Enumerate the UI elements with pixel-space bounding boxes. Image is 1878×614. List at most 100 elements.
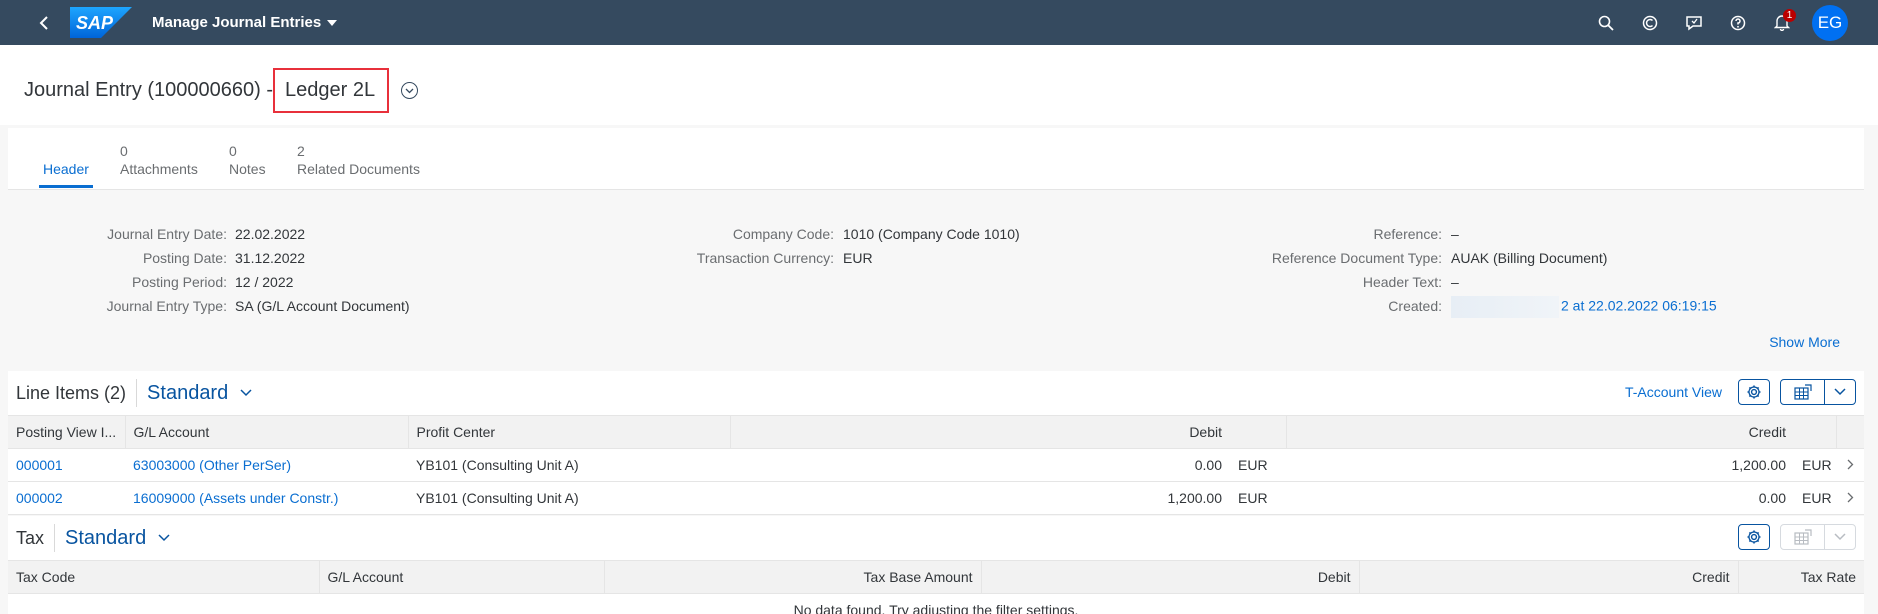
transaction-currency-value: EUR [843, 250, 873, 266]
tab-attachments[interactable]: 0 Attachments [120, 142, 198, 178]
column-header-gl-account[interactable]: G/L Account [125, 415, 409, 449]
gear-icon [1747, 385, 1761, 399]
help-button[interactable] [1716, 5, 1760, 41]
table-row[interactable]: 000001 63003000 (Other PerSer) YB101 (Co… [8, 448, 1864, 482]
table-header-row: Tax Code G/L Account Tax Base Amount Deb… [8, 560, 1864, 594]
tab-selected-indicator [39, 185, 93, 188]
line-items-variant-selector[interactable]: Standard [136, 379, 252, 407]
tax-title: Tax [16, 527, 45, 548]
posting-date-label: Posting Date: [142, 250, 227, 266]
t-account-view-link[interactable]: T-Account View [1625, 384, 1722, 400]
tab-bar: Header 0 Attachments 0 Notes 2 Related D… [8, 128, 1864, 190]
no-data-message: No data found. Try adjusting the filter … [793, 602, 1079, 614]
posting-view-item-link[interactable]: 000001 [8, 448, 125, 482]
app-title: Manage Journal Entries [152, 14, 322, 31]
show-more-link[interactable]: Show More [1769, 334, 1840, 350]
export-button[interactable] [1781, 380, 1825, 404]
tax-export-button [1781, 525, 1825, 549]
gl-account-link[interactable]: 16009000 (Assets under Constr.) [125, 481, 408, 515]
journal-entry-type-value: SA (G/L Account Document) [235, 298, 410, 314]
row-navigation[interactable] [1836, 448, 1864, 482]
svg-text:SAP: SAP [76, 13, 114, 33]
credit-cell: 0.00 [1286, 481, 1794, 515]
column-header-profit-center[interactable]: Profit Center [408, 415, 731, 449]
row-navigation[interactable] [1836, 481, 1864, 515]
notifications-button[interactable]: 1 [1760, 5, 1804, 41]
journal-entry-date-value: 22.02.2022 [235, 226, 306, 242]
tax-table-settings-button[interactable] [1738, 524, 1770, 550]
back-button[interactable] [30, 9, 58, 37]
export-split-button[interactable] [1780, 379, 1856, 405]
shell-bar: SAP Manage Journal Entries 1 EG [0, 0, 1878, 45]
tax-toolbar: Tax Standard [8, 516, 1864, 560]
search-button[interactable] [1584, 5, 1628, 41]
reference-label: Reference: [1373, 226, 1442, 242]
tab-header[interactable]: Header [39, 160, 93, 188]
sap-logo[interactable]: SAP [70, 7, 132, 38]
column-header-debit[interactable]: Debit [730, 415, 1230, 449]
tax-export-options-button [1825, 525, 1855, 549]
column-header-tax-rate[interactable]: Tax Rate [1738, 560, 1864, 594]
tab-related-documents[interactable]: 2 Related Documents [297, 142, 420, 178]
credit-currency-cell: EUR [1794, 481, 1836, 515]
journal-entry-type-label: Journal Entry Type: [106, 298, 227, 314]
chevron-down-icon [158, 534, 170, 542]
header-text-value: – [1451, 274, 1459, 290]
column-header-credit-currency [1794, 415, 1837, 449]
created-link[interactable]: 2 at 22.02.2022 06:19:15 [1561, 298, 1717, 314]
transaction-currency-label: Transaction Currency: [696, 250, 834, 266]
copilot-icon [1642, 15, 1658, 30]
export-options-button[interactable] [1825, 380, 1855, 404]
line-items-table: Posting View I... G/L Account Profit Cen… [8, 415, 1864, 515]
tax-table: Tax Code G/L Account Tax Base Amount Deb… [8, 560, 1864, 594]
tab-notes[interactable]: 0 Notes [229, 142, 266, 178]
page-title: Journal Entry (100000660) - Ledger 2L [24, 68, 419, 113]
title-ledger: Ledger 2L [273, 68, 390, 113]
profit-center-cell: YB101 (Consulting Unit A) [408, 481, 730, 515]
header-text-label: Header Text: [1362, 274, 1442, 290]
variant-label: Standard [147, 381, 229, 404]
header-facets: Journal Entry Date: 22.02.2022 Posting D… [8, 191, 1864, 369]
column-header-debit-currency [1230, 415, 1287, 449]
posting-view-item-link[interactable]: 000002 [8, 481, 125, 515]
tab-count: 2 [297, 143, 305, 159]
debit-currency-cell: EUR [1230, 481, 1286, 515]
column-header-credit[interactable]: Credit [1286, 415, 1794, 449]
column-header-credit[interactable]: Credit [1359, 560, 1739, 594]
tax-section: Tax Standard Tax Code G/L Account Tax Ba… [8, 516, 1864, 614]
chevron-down-icon [405, 88, 414, 93]
column-header-posting-view-item[interactable]: Posting View I... [8, 415, 126, 449]
column-header-tax-base-amount[interactable]: Tax Base Amount [604, 560, 982, 594]
journal-entry-date-label: Journal Entry Date: [107, 226, 227, 242]
feedback-button[interactable] [1672, 5, 1716, 41]
company-code-value: 1010 (Company Code 1010) [843, 226, 1020, 242]
table-row[interactable]: 000002 16009000 (Assets under Constr.) Y… [8, 481, 1864, 515]
chevron-right-icon [1847, 459, 1853, 470]
reference-document-type-value: AUAK (Billing Document) [1451, 250, 1608, 266]
column-header-gl-account[interactable]: G/L Account [319, 560, 605, 594]
notification-badge: 1 [1783, 8, 1796, 22]
gl-account-link[interactable]: 63003000 (Other PerSer) [125, 448, 408, 482]
tab-label: Notes [229, 161, 266, 177]
created-value[interactable]: 2 at 22.02.2022 06:19:15 [1451, 296, 1717, 318]
gear-icon [1747, 530, 1761, 544]
app-title-menu[interactable]: Manage Journal Entries [152, 14, 338, 31]
export-spreadsheet-icon [1793, 529, 1812, 545]
debit-cell: 1,200.00 [730, 481, 1230, 515]
tab-count: 0 [120, 143, 128, 159]
caret-down-icon [327, 19, 338, 26]
column-header-tax-code[interactable]: Tax Code [8, 560, 320, 594]
user-avatar[interactable]: EG [1812, 4, 1848, 41]
export-spreadsheet-icon [1793, 384, 1812, 400]
tax-export-split-button [1780, 524, 1856, 550]
title-expand-button[interactable] [401, 82, 419, 99]
tab-label: Header [43, 161, 89, 177]
copilot-button[interactable] [1628, 5, 1672, 41]
back-icon [39, 15, 48, 30]
search-icon [1598, 15, 1614, 31]
tax-variant-selector[interactable]: Standard [54, 524, 170, 552]
column-header-debit[interactable]: Debit [981, 560, 1360, 594]
line-items-section: Line Items (2) Standard T-Account View P… [8, 371, 1864, 515]
reference-document-type-label: Reference Document Type: [1271, 250, 1442, 266]
table-settings-button[interactable] [1738, 379, 1770, 405]
